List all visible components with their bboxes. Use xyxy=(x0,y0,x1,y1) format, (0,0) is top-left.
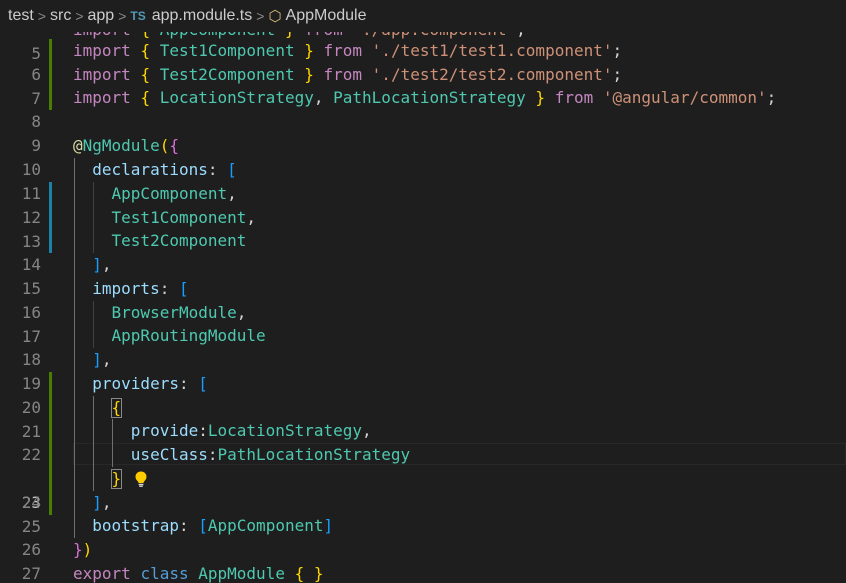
indent-guide xyxy=(93,182,94,253)
breadcrumb-src[interactable]: src xyxy=(50,7,71,25)
code-line: 8 import { LocationStrategy, PathLocatio… xyxy=(0,86,846,131)
code-line: 22 provide:LocationStrategy, xyxy=(0,419,846,464)
line-content: declarations: [ xyxy=(92,160,237,179)
indent-guide xyxy=(112,419,113,467)
breadcrumb-symbol[interactable]: AppModule xyxy=(286,7,367,25)
indent-guide xyxy=(93,301,94,348)
line-content: bootstrap: [AppComponent] xyxy=(92,516,334,535)
chevron-right-icon: > xyxy=(75,8,84,24)
bracket-match-highlight xyxy=(111,398,122,418)
code-line: 18 AppRoutingModule xyxy=(0,324,846,369)
code-line: 12 AppComponent, xyxy=(0,182,846,227)
breadcrumb-test[interactable]: test xyxy=(8,7,34,25)
code-line-active: 23 useClass:PathLocationStrategy xyxy=(0,443,846,512)
code-line: 19 ], xyxy=(0,348,846,393)
line-content: @NgModule({ xyxy=(73,136,179,155)
line-content: import { LocationStrategy, PathLocationS… xyxy=(73,88,777,107)
line-content: Test1Component, xyxy=(111,208,257,227)
chevron-right-icon: > xyxy=(37,8,46,24)
code-line: 16 imports: [ xyxy=(0,277,846,322)
line-content: useClass:PathLocationStrategy xyxy=(130,445,411,464)
code-line: 10 @NgModule({ xyxy=(0,134,846,179)
code-line: 27 }) xyxy=(0,538,846,583)
code-line: 14 Test2Component xyxy=(0,229,846,274)
line-content: BrowserModule, xyxy=(111,303,247,322)
git-modified-marker[interactable] xyxy=(49,182,52,253)
line-content: providers: [ xyxy=(92,374,208,393)
code-line: 15 ], xyxy=(0,253,846,298)
breadcrumb-file[interactable]: app.module.ts xyxy=(152,7,253,25)
code-line: 13 Test1Component, xyxy=(0,206,846,251)
line-content: }) xyxy=(73,540,93,559)
code-line: 21 { xyxy=(0,396,846,441)
line-content: provide:LocationStrategy, xyxy=(130,421,372,440)
line-content: ], xyxy=(92,255,112,274)
line-content: Test2Component xyxy=(111,231,247,250)
code-line: 17 BrowserModule, xyxy=(0,301,846,346)
code-line: 9 xyxy=(0,110,846,155)
breadcrumb: test > src > app > TS app.module.ts > ⬡ … xyxy=(0,0,846,32)
line-content: import { Test2Component } from './test2/… xyxy=(73,65,623,84)
code-line: 20 providers: [ xyxy=(0,372,846,417)
line-content: imports: [ xyxy=(92,279,189,298)
line-content: AppRoutingModule xyxy=(111,326,266,345)
line-content: ], xyxy=(92,350,112,369)
code-line: 28 export class AppModule { } xyxy=(0,562,846,583)
line-content: AppComponent, xyxy=(111,184,237,203)
code-line: 11 declarations: [ xyxy=(0,158,846,203)
line-content: export class AppModule { } xyxy=(73,564,324,583)
code-line: 6 import { Test1Component } from './test… xyxy=(0,39,846,84)
typescript-file-icon: TS xyxy=(130,9,146,23)
lightbulb-icon[interactable] xyxy=(74,446,147,487)
code-editor[interactable]: 5 import { AppComponent } from './app.co… xyxy=(0,32,846,583)
chevron-right-icon: > xyxy=(118,8,127,24)
code-line: 7 import { Test2Component } from './test… xyxy=(0,63,846,108)
chevron-right-icon: > xyxy=(256,8,265,24)
code-line: 25 ], xyxy=(0,491,846,536)
git-added-marker[interactable] xyxy=(49,372,52,515)
symbol-class-icon: ⬡ xyxy=(268,8,282,25)
breadcrumb-app[interactable]: app xyxy=(88,7,115,25)
git-added-marker[interactable] xyxy=(49,39,52,110)
line-content: import { Test1Component } from './test1/… xyxy=(73,41,623,60)
code-line: 26 bootstrap: [AppComponent] xyxy=(0,514,846,559)
